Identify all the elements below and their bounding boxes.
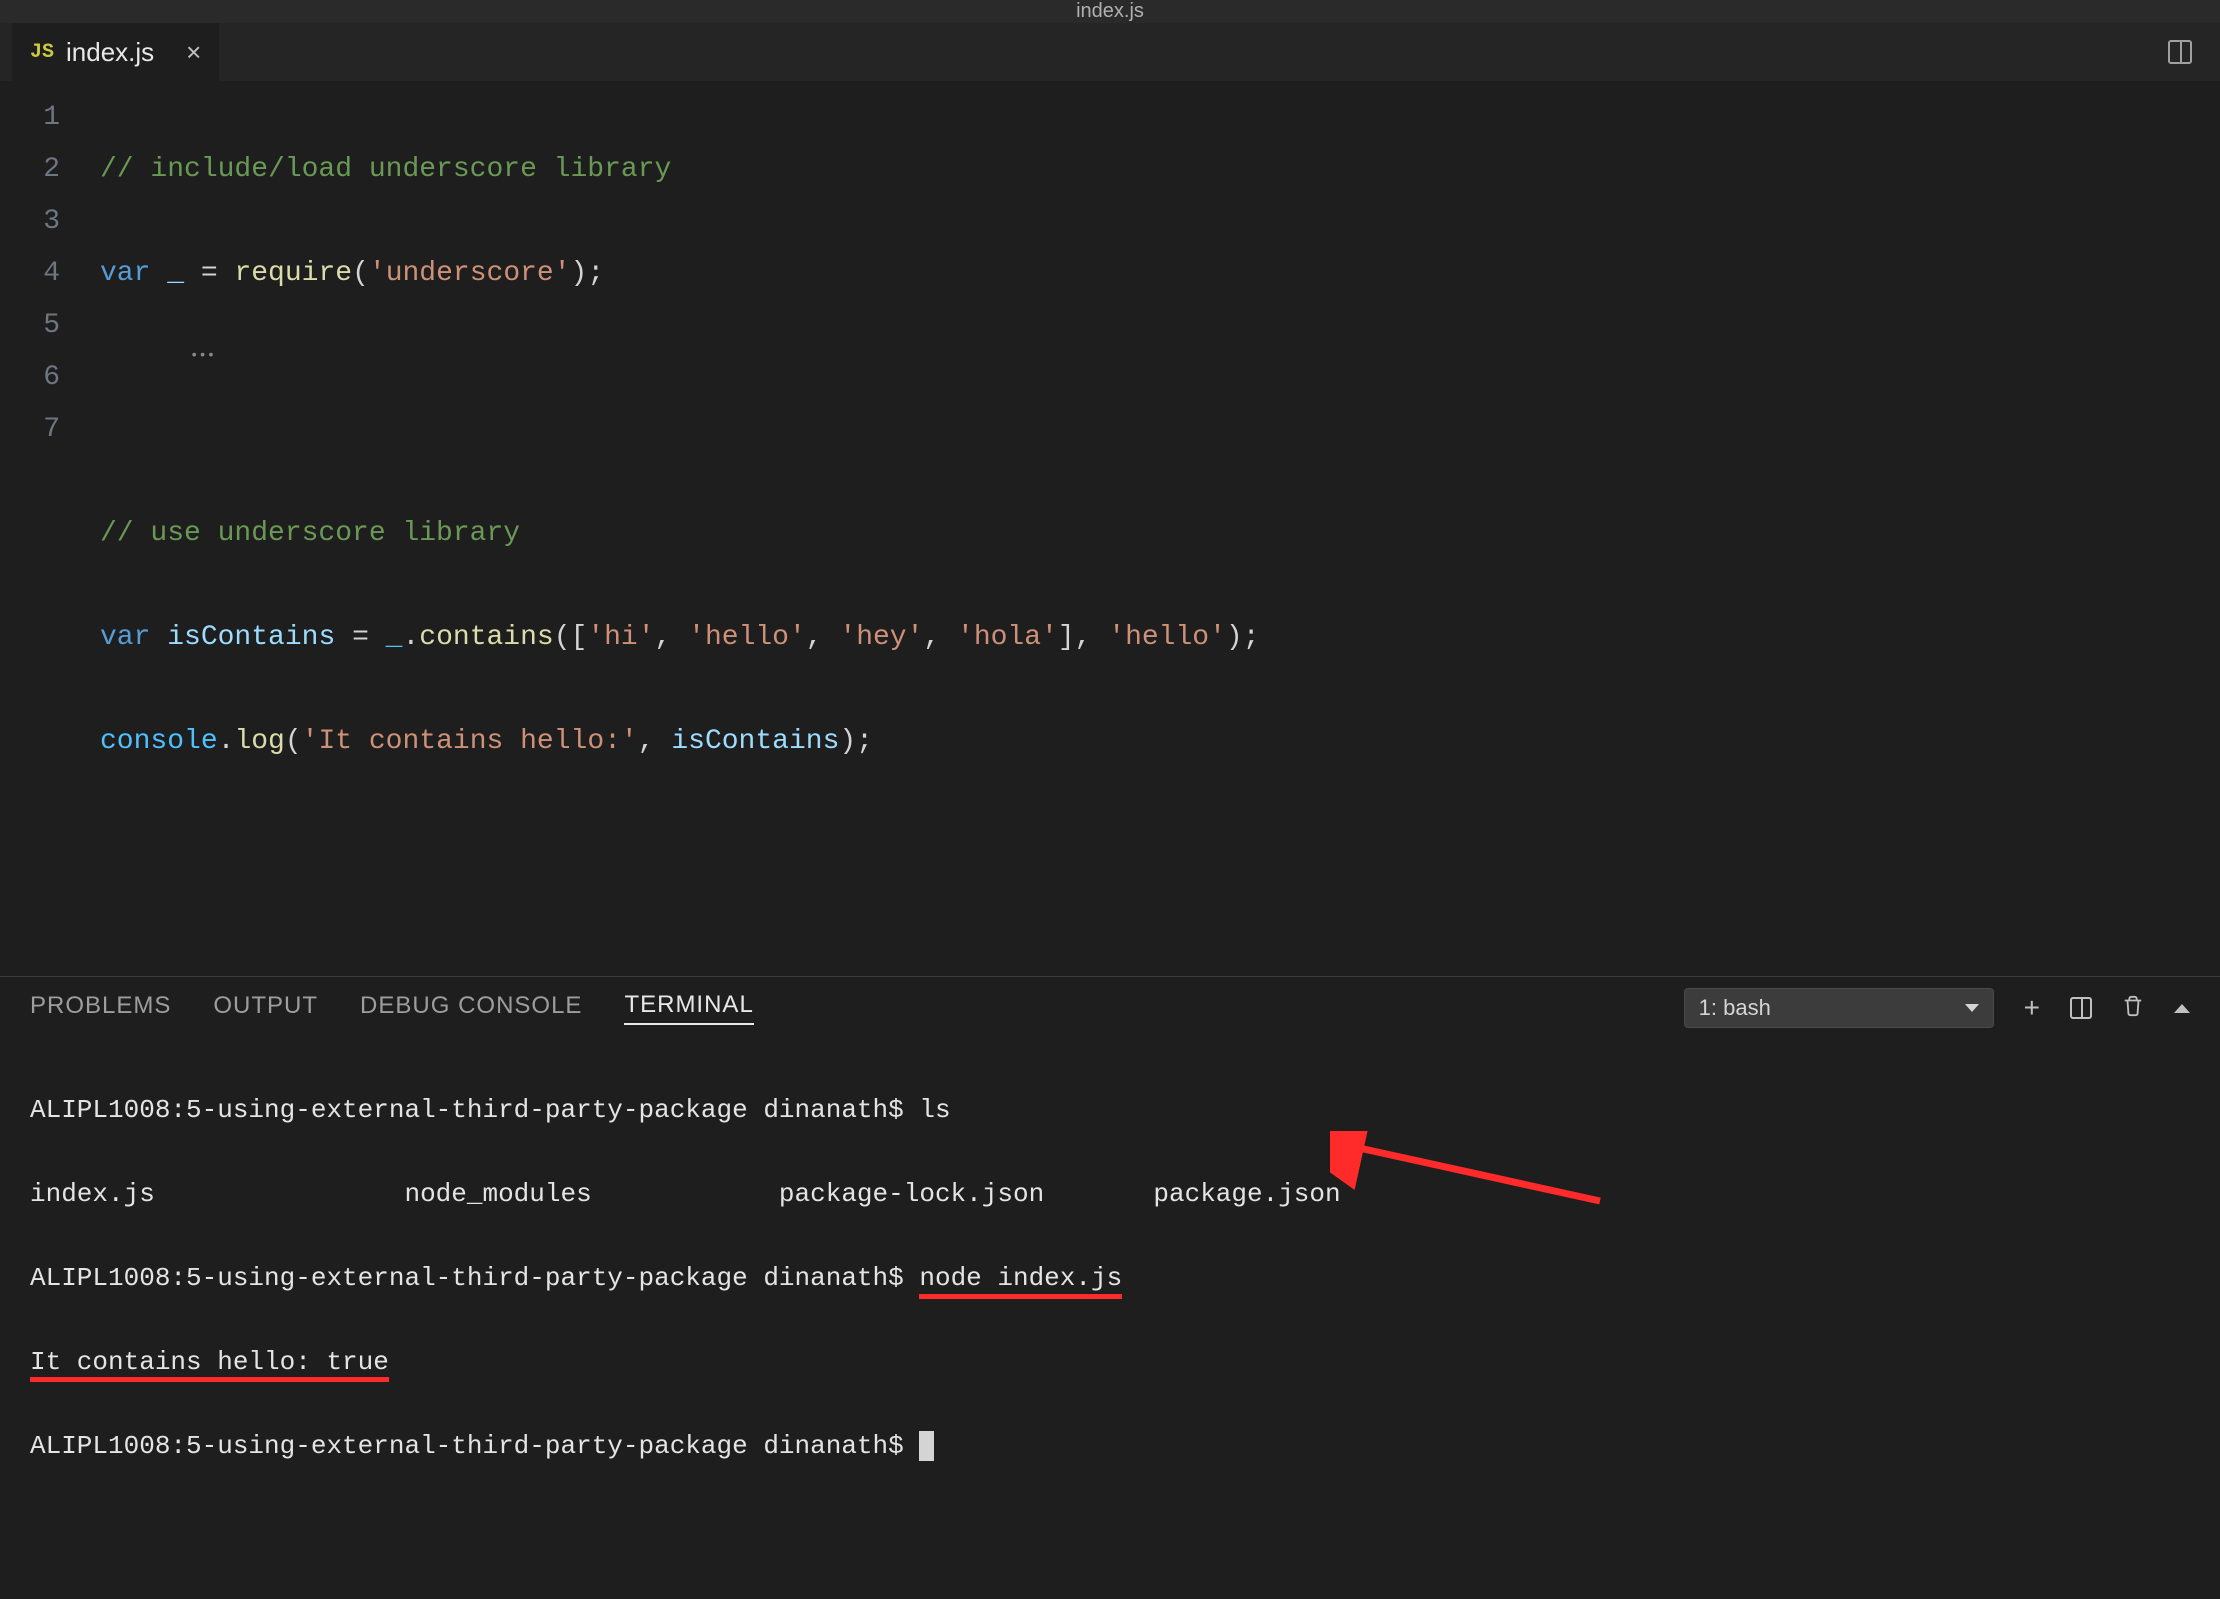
terminal-cursor xyxy=(919,1431,934,1461)
terminal-line: ALIPL1008:5-using-external-third-party-p… xyxy=(30,1089,2190,1131)
code-line[interactable]: console.log('It contains hello:', isCont… xyxy=(100,716,2220,768)
line-number: 1 xyxy=(0,92,60,144)
split-terminal-icon[interactable] xyxy=(2070,997,2092,1019)
line-number-gutter: 1 2 3 4 5 6 7 xyxy=(0,92,100,976)
window-title-bar: index.js xyxy=(0,0,2220,23)
panel-tab-bar: PROBLEMS OUTPUT DEBUG CONSOLE TERMINAL 1… xyxy=(0,977,2220,1039)
terminal-line: ALIPL1008:5-using-external-third-party-p… xyxy=(30,1257,2190,1299)
split-editor-icon[interactable] xyxy=(2168,40,2192,64)
code-editor[interactable]: 1 2 3 4 5 6 7 // include/load underscore… xyxy=(0,82,2220,976)
tab-label: index.js xyxy=(66,37,154,68)
js-file-icon: JS xyxy=(30,41,54,64)
chevron-down-icon xyxy=(1965,1004,1979,1012)
line-number: 3 xyxy=(0,196,60,248)
line-number: 4 xyxy=(0,248,60,300)
close-icon[interactable]: × xyxy=(186,37,201,68)
new-terminal-icon[interactable]: + xyxy=(2024,994,2040,1022)
code-content[interactable]: // include/load underscore library var _… xyxy=(100,92,2220,976)
code-line[interactable] xyxy=(100,820,2220,872)
terminal-line: index.js node_modules package-lock.json … xyxy=(30,1173,2190,1215)
highlighted-command: node index.js xyxy=(919,1263,1122,1299)
annotation-arrow-icon xyxy=(1330,1131,1610,1211)
line-number: 7 xyxy=(0,404,60,456)
window-title: index.js xyxy=(1076,0,1144,23)
code-line[interactable] xyxy=(100,404,2220,456)
line-number: 5 xyxy=(0,300,60,352)
code-line[interactable]: // use underscore library xyxy=(100,508,2220,560)
terminal-selector[interactable]: 1: bash xyxy=(1684,988,1994,1028)
code-line[interactable]: // include/load underscore library xyxy=(100,144,2220,196)
terminal-line: It contains hello: true xyxy=(30,1341,2190,1383)
chevron-up-icon[interactable] xyxy=(2174,1004,2190,1013)
line-number: 6 xyxy=(0,352,60,404)
tab-terminal[interactable]: TERMINAL xyxy=(624,991,753,1025)
terminal-line: ALIPL1008:5-using-external-third-party-p… xyxy=(30,1425,2190,1467)
bottom-panel: PROBLEMS OUTPUT DEBUG CONSOLE TERMINAL 1… xyxy=(0,976,2220,1599)
terminal-output[interactable]: ALIPL1008:5-using-external-third-party-p… xyxy=(0,1039,2220,1599)
trash-icon[interactable] xyxy=(2122,994,2144,1023)
highlighted-output: It contains hello: true xyxy=(30,1347,389,1382)
code-line[interactable]: var isContains = _.contains(['hi', 'hell… xyxy=(100,612,2220,664)
line-number: 2 xyxy=(0,144,60,196)
tab-problems[interactable]: PROBLEMS xyxy=(30,992,171,1024)
tab-output[interactable]: OUTPUT xyxy=(213,992,318,1024)
tab-debug-console[interactable]: DEBUG CONSOLE xyxy=(360,992,582,1024)
code-line[interactable]: var _ = require('underscore'); xyxy=(100,248,2220,300)
tab-index-js[interactable]: JS index.js × xyxy=(12,23,219,81)
editor-tab-bar: JS index.js × xyxy=(0,23,2220,82)
terminal-selector-label: 1: bash xyxy=(1699,995,1771,1021)
